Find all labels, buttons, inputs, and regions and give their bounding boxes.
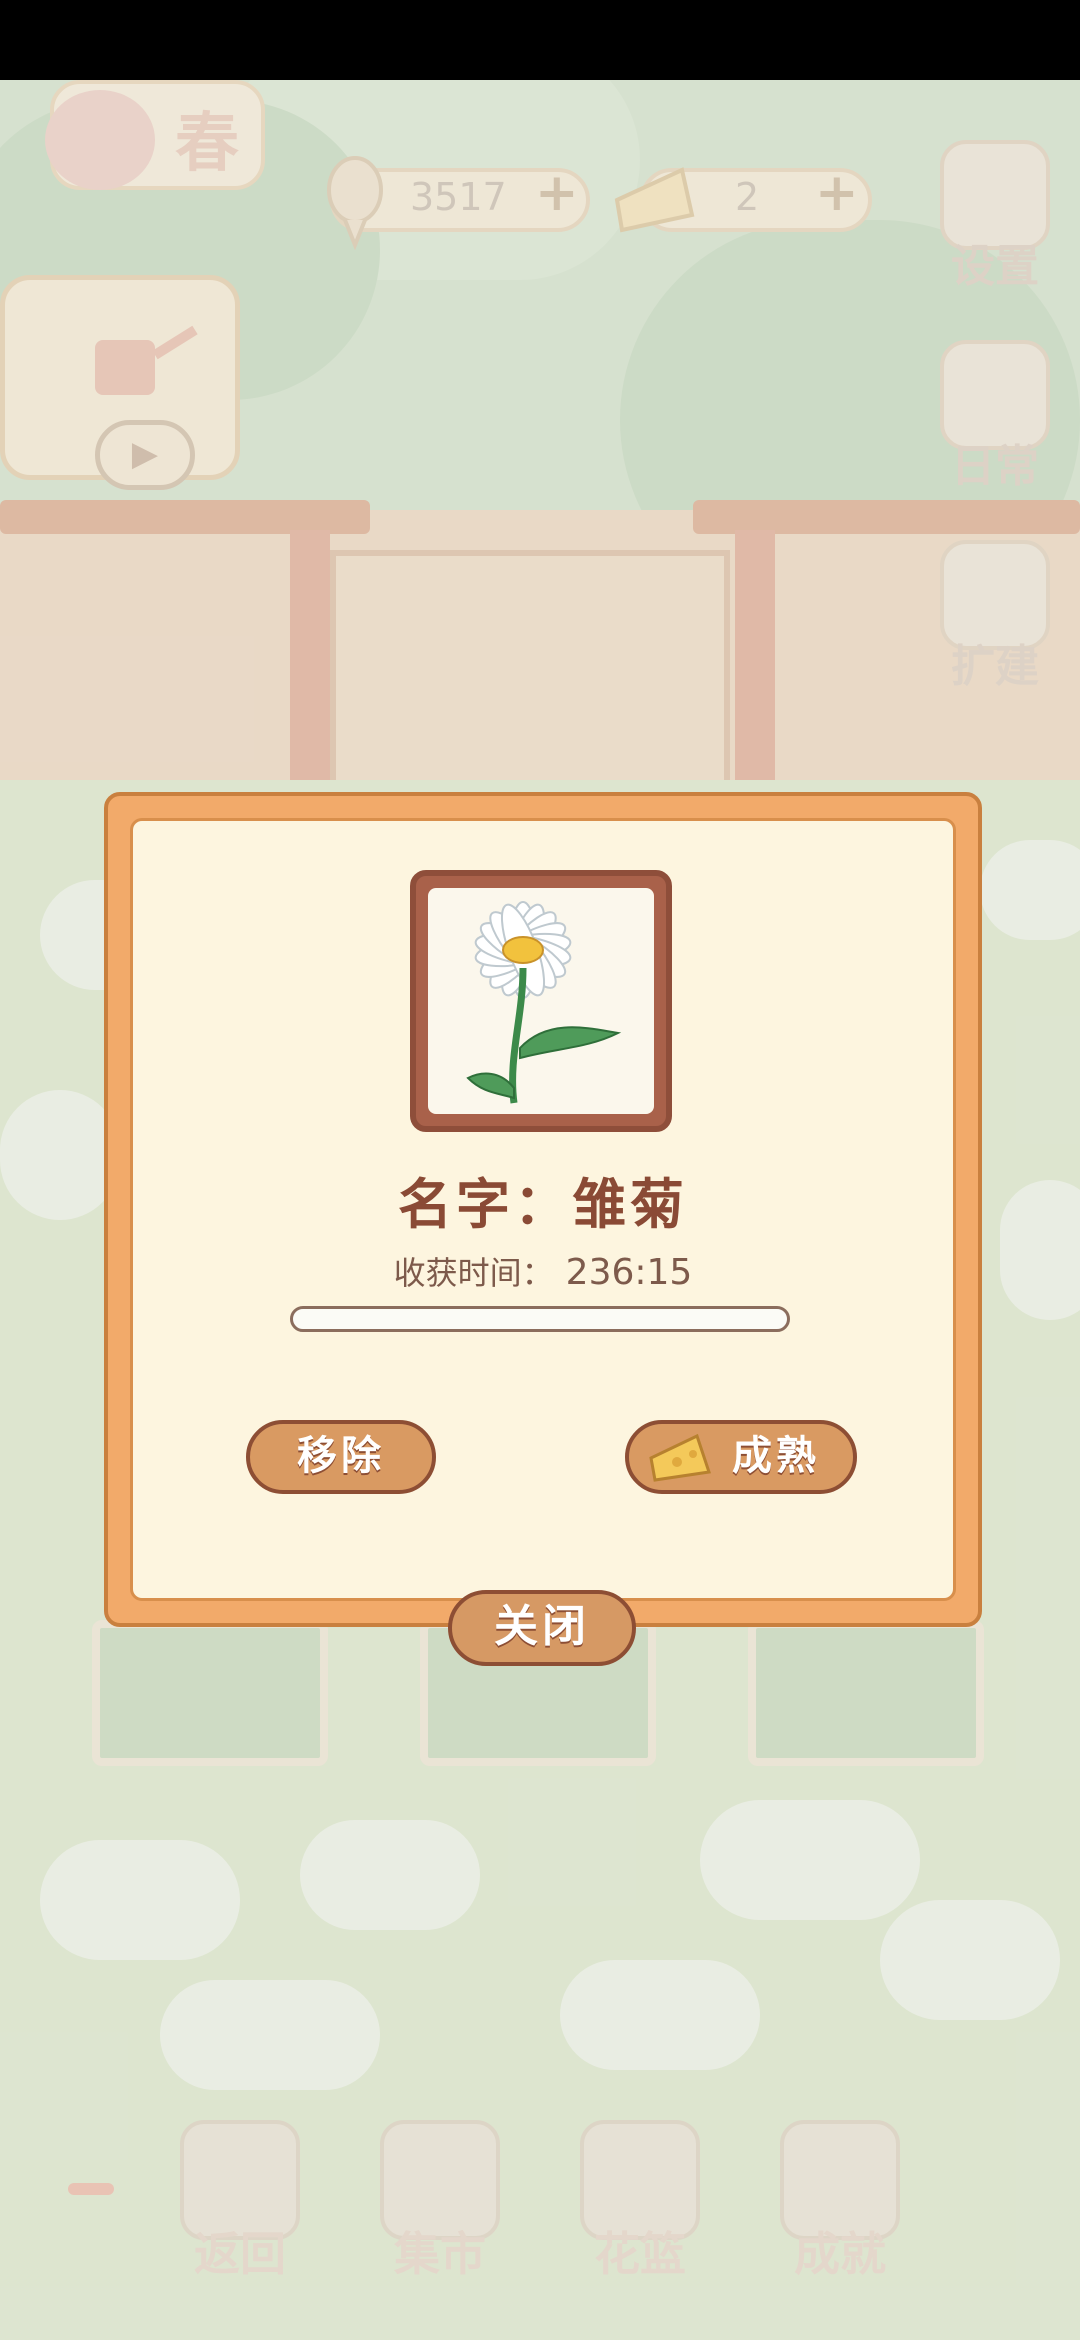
close-button[interactable]: 关闭 — [448, 1590, 636, 1666]
ripen-button[interactable]: 成熟 — [625, 1420, 857, 1494]
cheese-icon — [649, 1433, 711, 1482]
plant-name: 名字：雏菊 — [398, 1173, 688, 1236]
flower-portrait-frame — [410, 870, 672, 1132]
growth-progress-bar — [290, 1306, 790, 1332]
remove-button[interactable]: 移除 — [246, 1420, 436, 1494]
status-bar — [0, 0, 1080, 80]
ripen-label: 成熟 — [732, 1433, 820, 1479]
daisy-icon — [466, 901, 622, 1104]
harvest-time-label: 收获时间： — [393, 1254, 554, 1292]
harvest-time-value: 236:15 — [565, 1252, 693, 1293]
harvest-time-row: 收获时间： 236:15 — [104, 1248, 982, 1294]
flower-image — [428, 888, 654, 1114]
